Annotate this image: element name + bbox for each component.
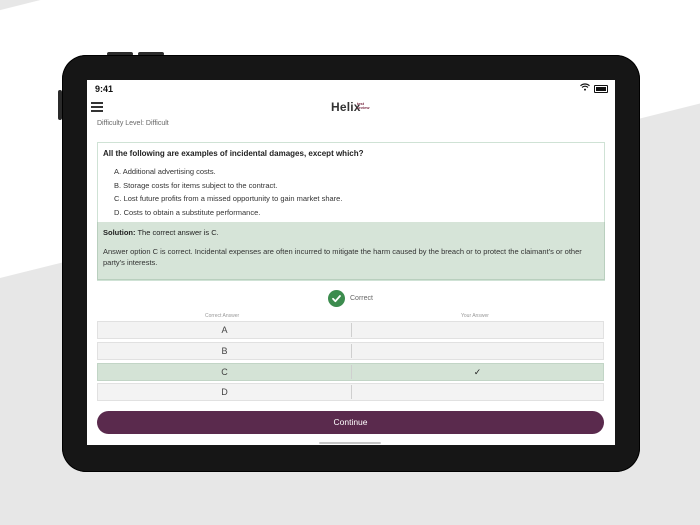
your-answer-mark xyxy=(352,322,603,338)
answer-letter: B xyxy=(221,346,228,356)
continue-button[interactable]: Continue xyxy=(97,411,604,434)
answer-option: C. Lost future profits from a missed opp… xyxy=(114,194,343,203)
answer-letter: A xyxy=(221,325,228,335)
answer-letter: D xyxy=(221,387,228,397)
question-text: All the following are examples of incide… xyxy=(103,149,364,158)
difficulty-level: Difficulty Level: Difficult xyxy=(97,120,169,127)
answer-option: D. Costs to obtain a substitute performa… xyxy=(114,208,261,217)
column-header-correct: Correct Answer xyxy=(205,313,240,319)
answer-letter: C xyxy=(221,367,228,377)
status-bar: 9:41 xyxy=(87,80,615,98)
your-answer-mark xyxy=(352,384,603,400)
wifi-icon xyxy=(580,83,590,93)
app-screen: 9:41 Helix test review Difficulty Level:… xyxy=(87,80,615,445)
answer-row[interactable]: A xyxy=(97,321,604,339)
app-header: Helix test review xyxy=(87,98,615,122)
home-indicator xyxy=(319,442,381,444)
battery-icon xyxy=(594,85,608,93)
status-time: 9:41 xyxy=(95,84,114,94)
checkmark-icon: ✓ xyxy=(473,367,482,377)
check-circle-icon xyxy=(328,290,345,307)
solution-panel: Solution: The correct answer is C. Answe… xyxy=(97,222,605,280)
answer-row-correct[interactable]: C ✓ xyxy=(97,363,604,381)
answer-option: B. Storage costs for items subject to th… xyxy=(114,181,278,190)
result-label: Correct xyxy=(350,295,373,302)
solution-label: Solution: xyxy=(103,228,136,237)
answer-row[interactable]: D xyxy=(97,383,604,401)
solution-summary: Solution: The correct answer is C. xyxy=(103,228,219,237)
logo-tag: test review xyxy=(357,101,370,110)
answer-option: A. Additional advertising costs. xyxy=(114,167,216,176)
your-answer-mark xyxy=(352,343,603,359)
solution-explanation: Answer option C is correct. Incidental e… xyxy=(103,247,582,267)
menu-icon[interactable] xyxy=(91,102,103,112)
column-header-yours: Your Answer xyxy=(461,313,489,319)
answer-row[interactable]: B xyxy=(97,342,604,360)
